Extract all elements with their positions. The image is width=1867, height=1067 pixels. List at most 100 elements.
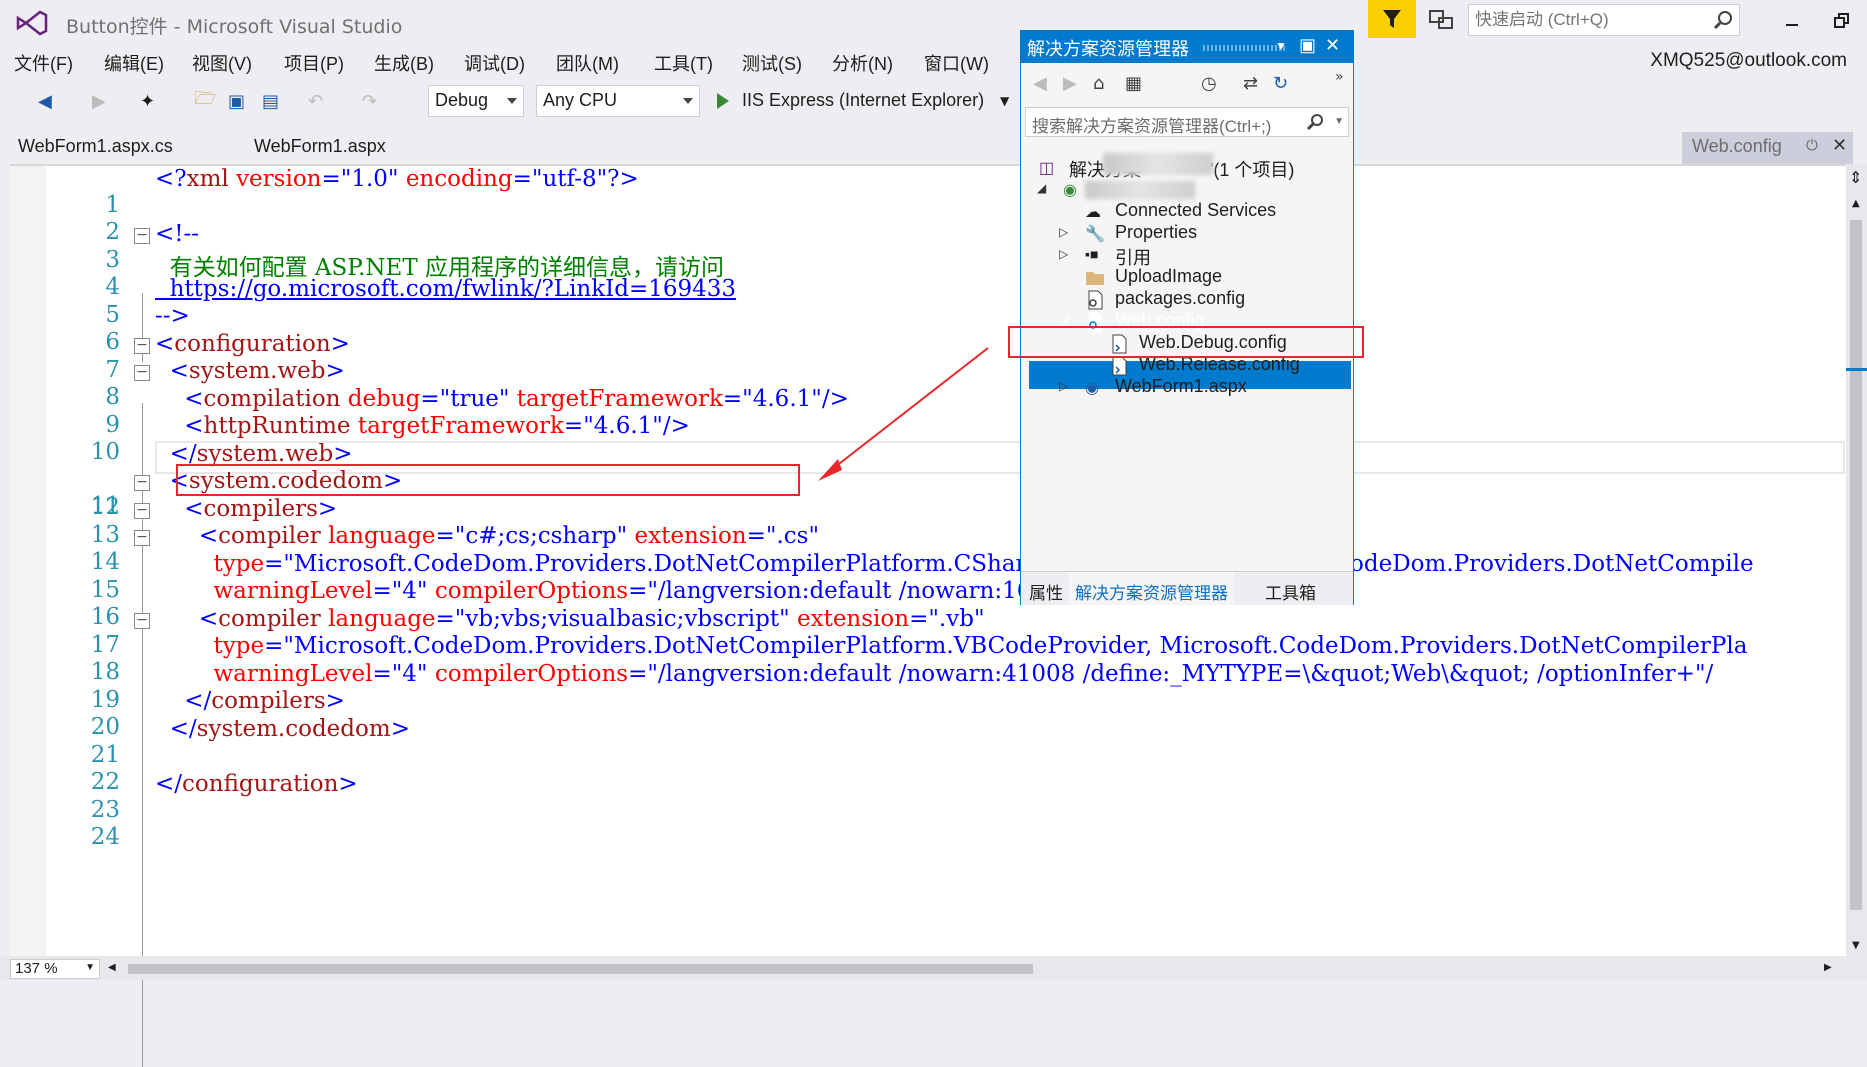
window-position-dropdown-icon[interactable]: ▼ (1275, 39, 1287, 53)
code-editor[interactable]: 1 <?xml version="1.0" encoding="utf-8"?>… (10, 164, 1846, 1067)
forward-icon[interactable]: ▶ (1063, 73, 1077, 94)
tree-item-label: packages.config (1115, 288, 1246, 308)
home-icon[interactable]: ⌂ (1093, 73, 1104, 94)
collapse-arrow-icon[interactable]: ◢ (1059, 313, 1068, 327)
vertical-scrollbar[interactable]: ⇕ ▲ ▼ (1846, 164, 1867, 956)
menu-edit[interactable]: 编辑(E) (104, 50, 164, 76)
search-options-dropdown-icon[interactable]: ▼ (1334, 116, 1344, 127)
collapse-icon[interactable]: − (134, 475, 150, 491)
references-icon: ▪■ (1085, 246, 1099, 262)
start-debugging-icon[interactable] (716, 92, 730, 110)
comment-link[interactable]: https://go.microsoft.com/fwlink/?LinkId=… (155, 276, 736, 302)
tree-item-label: UploadImage (1115, 266, 1223, 286)
menu-analyze[interactable]: 分析(N) (832, 50, 893, 76)
tab-webform1-aspx-cs[interactable]: WebForm1.aspx.cs (18, 136, 173, 157)
expand-arrow-icon[interactable]: ▷ (1059, 379, 1068, 393)
feedback-icon[interactable] (1428, 8, 1454, 32)
run-target-dropdown-icon[interactable]: ▼ (1000, 89, 1009, 113)
back-icon[interactable]: ◀ (38, 89, 52, 113)
collapse-icon[interactable]: − (134, 530, 150, 546)
quick-launch-box[interactable] (1468, 4, 1740, 36)
cloud-icon: ☁ (1085, 204, 1101, 221)
scroll-up-icon[interactable]: ▲ (1852, 198, 1860, 209)
redo-icon[interactable]: ↷ (362, 89, 377, 113)
menu-test[interactable]: 测试(S) (742, 50, 802, 76)
minimize-button[interactable] (1772, 6, 1812, 36)
split-icon[interactable]: ⇕ (1849, 168, 1862, 187)
collapse-arrow-icon[interactable]: ◢ (1037, 181, 1046, 195)
scroll-down-icon[interactable]: ▼ (1852, 940, 1860, 951)
search-icon (1306, 114, 1323, 131)
search-icon (1713, 11, 1732, 30)
tab-solution-explorer[interactable]: 解决方案资源管理器 (1069, 572, 1234, 605)
pin-icon[interactable]: ⏻ (1806, 137, 1818, 154)
line-text: <compiler language="c#;cs;csharp" extens… (198, 523, 820, 549)
wrench-icon: 🔧 (1085, 226, 1105, 243)
collapse-icon[interactable]: − (134, 503, 150, 519)
menu-file[interactable]: 文件(F) (14, 50, 73, 76)
open-file-icon[interactable]: 🗁 (194, 88, 216, 113)
menu-build[interactable]: 生成(B) (374, 50, 434, 76)
collapse-icon[interactable]: − (134, 338, 150, 354)
menu-team[interactable]: 团队(M) (556, 50, 619, 76)
httpruntime-highlight-box (176, 464, 800, 496)
panel-title: 解决方案资源管理器 (1027, 39, 1189, 59)
solution-explorer-search[interactable]: 搜索解决方案资源管理器(Ctrl+;) ▼ (1025, 107, 1349, 137)
tab-webform1-aspx[interactable]: WebForm1.aspx (254, 136, 386, 157)
undo-icon[interactable]: ↶ (308, 89, 323, 113)
maximize-icon[interactable]: ▣ (1299, 35, 1316, 56)
menu-tools[interactable]: 工具(T) (654, 50, 713, 76)
web-project-icon: ◉ (1063, 182, 1077, 199)
scroll-thumb[interactable] (1850, 220, 1862, 910)
solution-explorer-toolbar: ◀ ▶ ⌂ ▦ ◷ ⇄ ↻ » (1021, 65, 1353, 101)
scroll-right-icon[interactable]: ▶ (1824, 962, 1832, 973)
scroll-left-icon[interactable]: ◀ (108, 962, 116, 973)
close-panel-icon[interactable]: ✕ (1325, 35, 1340, 56)
line-text: type="Microsoft.CodeDom.Providers.DotNet… (213, 551, 1754, 577)
close-tab-icon[interactable]: ✕ (1832, 135, 1847, 156)
run-target-button[interactable]: IIS Express (Internet Explorer) (742, 90, 984, 111)
menu-debug[interactable]: 调试(D) (464, 50, 525, 76)
line-text: --> (155, 303, 190, 329)
tab-toolbox[interactable]: 工具箱 (1265, 579, 1316, 604)
line-text: </system.codedom> (169, 716, 410, 742)
pending-changes-filter-icon[interactable]: ◷ (1201, 73, 1217, 94)
horizontal-scroll-thumb[interactable] (128, 964, 1033, 974)
account-name[interactable]: XMQ525@outlook.com (1650, 50, 1847, 72)
menu-window[interactable]: 窗口(W) (924, 50, 989, 76)
expand-arrow-icon[interactable]: ▷ (1059, 247, 1068, 261)
menu-view[interactable]: 视图(V) (192, 50, 252, 76)
menu-project[interactable]: 项目(P) (284, 50, 344, 76)
restore-button[interactable] (1822, 6, 1862, 36)
web-config-highlight-box (1008, 326, 1364, 358)
standard-toolbar: ◀ ▶ ✦ 🗁 ▣ ▤ ↶ ↷ Debug Any CPU IIS Expres… (0, 80, 1867, 122)
line-text: <compilation debug="true" targetFramewor… (184, 386, 849, 412)
tab-label: Web.config (1692, 136, 1782, 156)
zoom-level-dropdown[interactable]: 137 % ▼ (10, 959, 100, 979)
visual-studio-logo-icon (16, 10, 48, 36)
save-icon[interactable]: ▣ (228, 89, 245, 113)
solution-platform-dropdown[interactable]: Any CPU (536, 85, 700, 117)
collapse-icon[interactable]: − (134, 228, 150, 244)
more-icon[interactable]: » (1335, 69, 1344, 85)
save-all-icon[interactable]: ▤ (262, 89, 279, 113)
back-icon[interactable]: ◀ (1033, 73, 1047, 94)
collapse-icon[interactable]: − (134, 365, 150, 381)
refresh-icon[interactable]: ↻ (1273, 73, 1288, 94)
switch-views-icon[interactable]: ▦ (1125, 73, 1142, 94)
solution-explorer-title-bar[interactable]: 解决方案资源管理器 ▼ ▣ ✕ (1021, 31, 1353, 63)
sync-with-document-icon[interactable]: ⇄ (1243, 73, 1258, 94)
notification-filter-button[interactable] (1368, 0, 1416, 38)
quick-launch-input[interactable] (1469, 5, 1699, 35)
tab-properties[interactable]: 属性 (1029, 579, 1063, 604)
code-line: 24 (10, 798, 1846, 850)
new-project-icon[interactable]: ✦ (140, 89, 155, 113)
solution-configuration-dropdown[interactable]: Debug (428, 85, 524, 117)
collapse-icon[interactable]: − (134, 613, 150, 629)
config-file-icon (1112, 356, 1127, 376)
tab-web-config-preview[interactable]: Web.config ⏻ ✕ (1682, 132, 1853, 164)
line-text: </configuration> (155, 771, 358, 797)
tree-item-webform1-aspx[interactable]: ▷ ◉ WebForm1.aspx (1059, 375, 1345, 401)
forward-icon[interactable]: ▶ (92, 89, 106, 113)
expand-arrow-icon[interactable]: ▷ (1059, 225, 1068, 239)
